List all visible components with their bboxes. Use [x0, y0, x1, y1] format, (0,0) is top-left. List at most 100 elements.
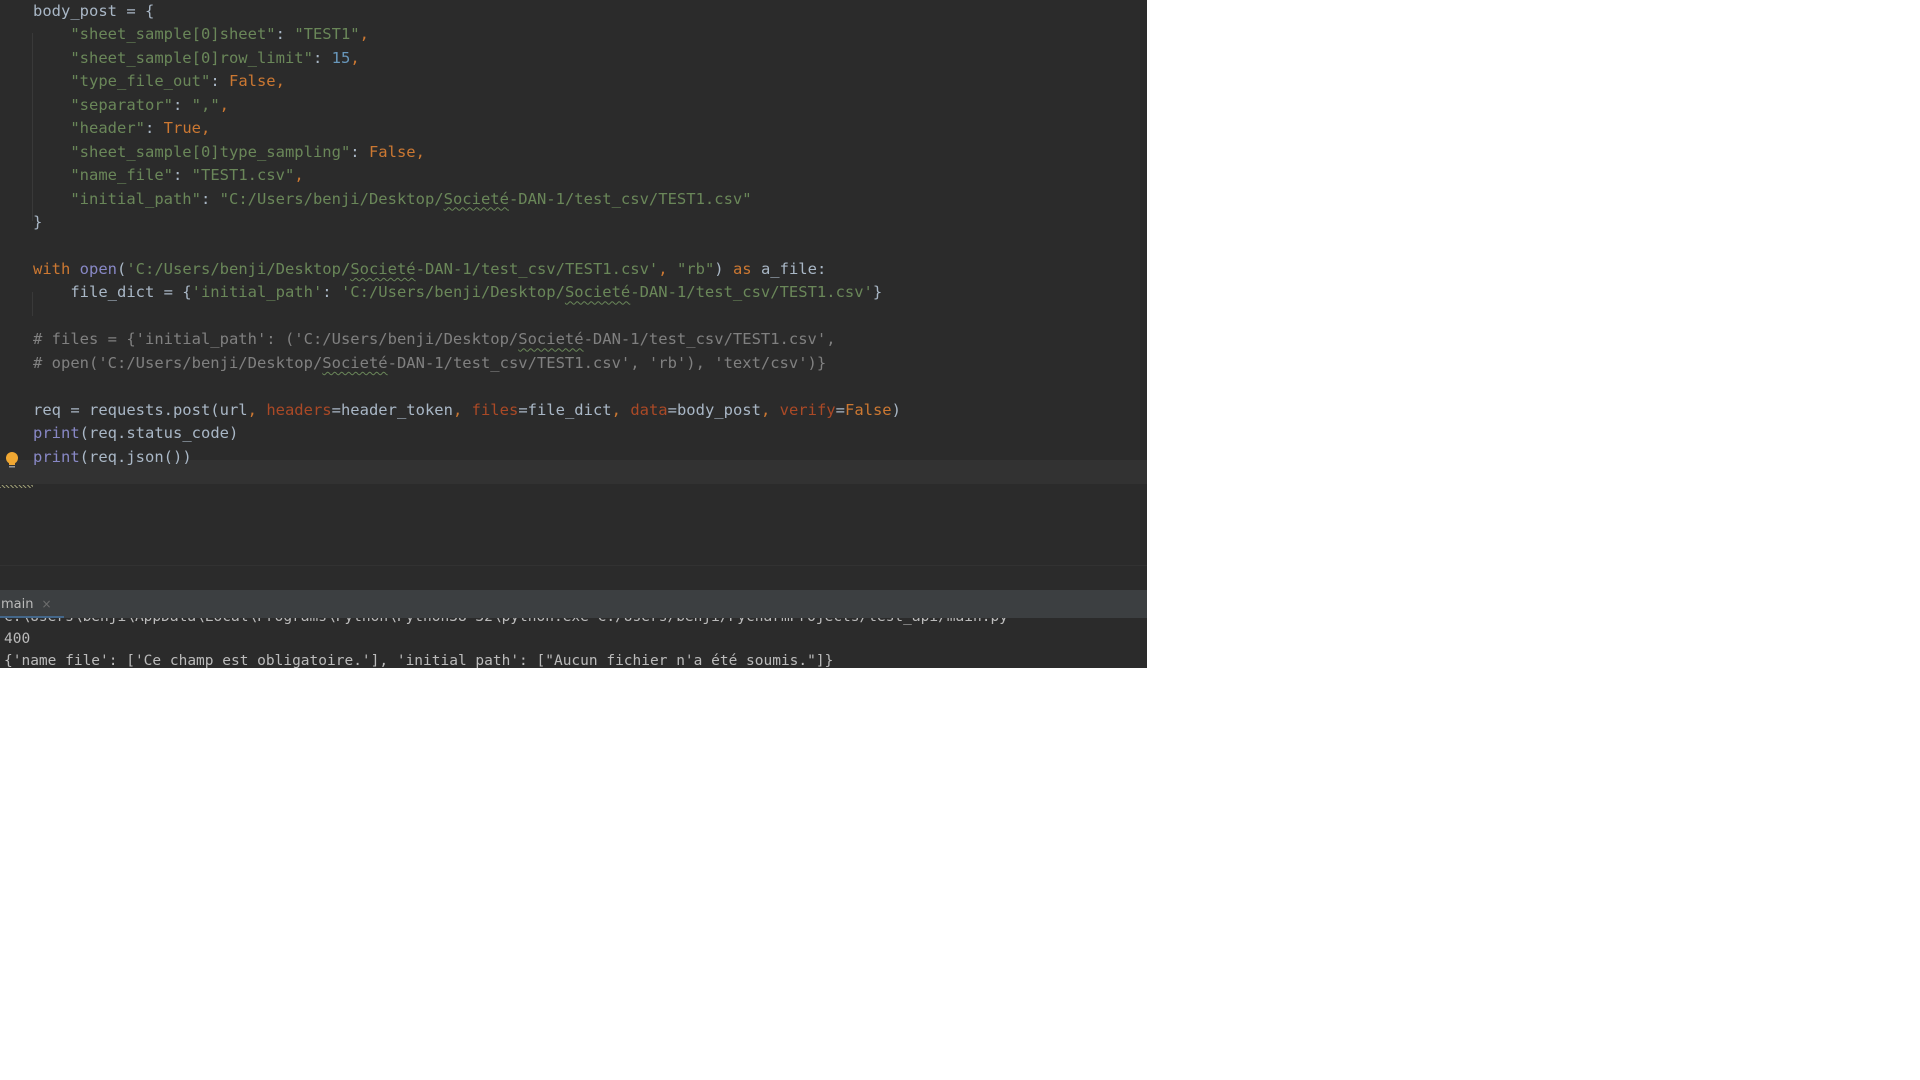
code-line: "initial_path": "C:/Users/benji/Desktop/… [33, 188, 752, 212]
code-token: , [247, 400, 267, 419]
code-line: with open('C:/Users/benji/Desktop/Societ… [33, 258, 826, 282]
code-line: "separator": ",", [33, 94, 229, 118]
console-line-command: C:\Users\benji\AppData\Local\Programs\Py… [4, 618, 1008, 628]
code-token: =file_dict [518, 400, 612, 419]
code-token: -DAN-1/test_csv/TEST1.csv', 'rb'), 'text… [387, 353, 827, 372]
code-line: body_post = { [33, 0, 154, 24]
code-token: , [294, 166, 304, 185]
code-token: , [658, 259, 677, 278]
code-token: False [368, 142, 416, 161]
code-line: print(req.status_code) [33, 422, 238, 446]
warning-squiggle [0, 485, 33, 488]
code-line: # open('C:/Users/benji/Desktop/Societé-D… [33, 352, 826, 376]
code-token: "TEST1.csv" [191, 166, 295, 185]
code-token: , [415, 142, 425, 161]
code-token: "sheet_sample[0]type_sampling" [33, 142, 351, 161]
code-token: (req.json()) [79, 447, 192, 466]
code-token: : [200, 189, 220, 208]
code-token: verify [779, 400, 836, 419]
code-token: "sheet_sample[0]row_limit" [33, 48, 313, 67]
code-token: # files = {'initial_path': ('C:/Users/be… [33, 330, 519, 349]
code-line: print(req.json()) [33, 446, 192, 470]
code-editor[interactable]: body_post = { "sheet_sample[0]sheet": "T… [0, 0, 1147, 565]
run-tool-window-tabs: main × [0, 590, 1147, 618]
code-token: } [872, 283, 883, 302]
code-token: Societé [443, 189, 509, 208]
code-line: req = requests.post(url, headers=header_… [33, 399, 901, 423]
code-line: file_dict = {'initial_path': 'C:/Users/b… [33, 281, 882, 305]
code-token: , [611, 400, 631, 419]
code-token: 'initial_path' [191, 283, 323, 302]
code-token: print [33, 424, 80, 443]
code-token: req = requests.post(url [33, 400, 248, 419]
code-token: , [275, 72, 285, 91]
code-line: "sheet_sample[0]row_limit": 15, [33, 47, 360, 71]
code-token: -DAN-1/test_csv/TEST1.csv', [583, 330, 836, 349]
code-token: ) [891, 400, 901, 419]
code-token: (req.status_code) [79, 424, 239, 443]
code-token: with [33, 259, 80, 278]
run-tab-label: main [1, 596, 34, 612]
code-token: , [350, 48, 360, 67]
code-token: "," [191, 95, 220, 114]
code-token: Societé [322, 353, 388, 372]
code-token: print [33, 447, 80, 466]
run-tab-main[interactable]: main × [0, 590, 52, 618]
code-token: -DAN-1/test_csv/TEST1.csv' [630, 283, 873, 302]
code-token: False [844, 400, 892, 419]
code-token: : [172, 166, 192, 185]
code-token: "TEST1" [294, 25, 360, 44]
code-token: headers [266, 400, 332, 419]
lightbulb-icon[interactable] [5, 451, 19, 469]
code-token: "sheet_sample[0]sheet" [33, 25, 276, 44]
code-token: =header_token [331, 400, 453, 419]
code-line: "sheet_sample[0]type_sampling": False, [33, 141, 425, 165]
code-line: "sheet_sample[0]sheet": "TEST1", [33, 23, 369, 47]
code-token: : [144, 119, 164, 138]
code-token: "name_file" [33, 166, 173, 185]
ide-window: body_post = { "sheet_sample[0]sheet": "T… [0, 0, 1147, 668]
code-line: "type_file_out": False, [33, 70, 285, 94]
code-token: Societé [564, 283, 631, 302]
code-token: Societé [350, 259, 416, 278]
code-token: data [630, 400, 668, 419]
code-token: "header" [33, 119, 145, 138]
code-token: , [359, 25, 369, 44]
code-token: "initial_path" [33, 189, 201, 208]
code-token: 15 [331, 48, 351, 67]
code-token: -DAN-1/test_csv/TEST1.csv' [415, 259, 659, 278]
code-token: True [163, 119, 201, 138]
code-token: , [452, 400, 472, 419]
code-token: "rb" [676, 259, 715, 278]
code-token: : [312, 48, 332, 67]
code-token: "type_file_out" [33, 72, 211, 91]
code-token: False [228, 72, 276, 91]
code-token: , [219, 95, 229, 114]
code-token: 'C:/Users/benji/Desktop/ [340, 283, 565, 302]
code-line: "header": True, [33, 117, 210, 141]
code-token: : [172, 95, 192, 114]
code-token: ) [714, 259, 733, 278]
run-console[interactable]: C:\Users\benji\AppData\Local\Programs\Py… [0, 618, 1147, 668]
code-token: file_dict = { [33, 283, 192, 302]
close-icon[interactable]: × [41, 597, 51, 611]
code-token: Societé [518, 330, 584, 349]
code-token: a_file: [760, 259, 827, 278]
code-line: "name_file": "TEST1.csv", [33, 164, 304, 188]
code-token: , [200, 119, 211, 138]
code-token: = [835, 400, 845, 419]
code-token: : [350, 142, 369, 161]
console-line-status: 400 [4, 631, 31, 647]
code-token: files [471, 400, 519, 419]
code-token: , [760, 400, 780, 419]
code-token: : [210, 72, 229, 91]
code-token: # open('C:/Users/benji/Desktop/ [33, 353, 323, 372]
code-token: : [275, 25, 295, 44]
code-token: body_post = { [33, 2, 155, 20]
code-line: } [33, 211, 42, 235]
code-token: -DAN-1/test_csv/TEST1.csv" [508, 189, 752, 208]
code-token: : [322, 283, 341, 302]
code-line: # files = {'initial_path': ('C:/Users/be… [33, 328, 836, 352]
code-token: open [79, 259, 117, 278]
panel-splitter[interactable] [0, 565, 1147, 591]
